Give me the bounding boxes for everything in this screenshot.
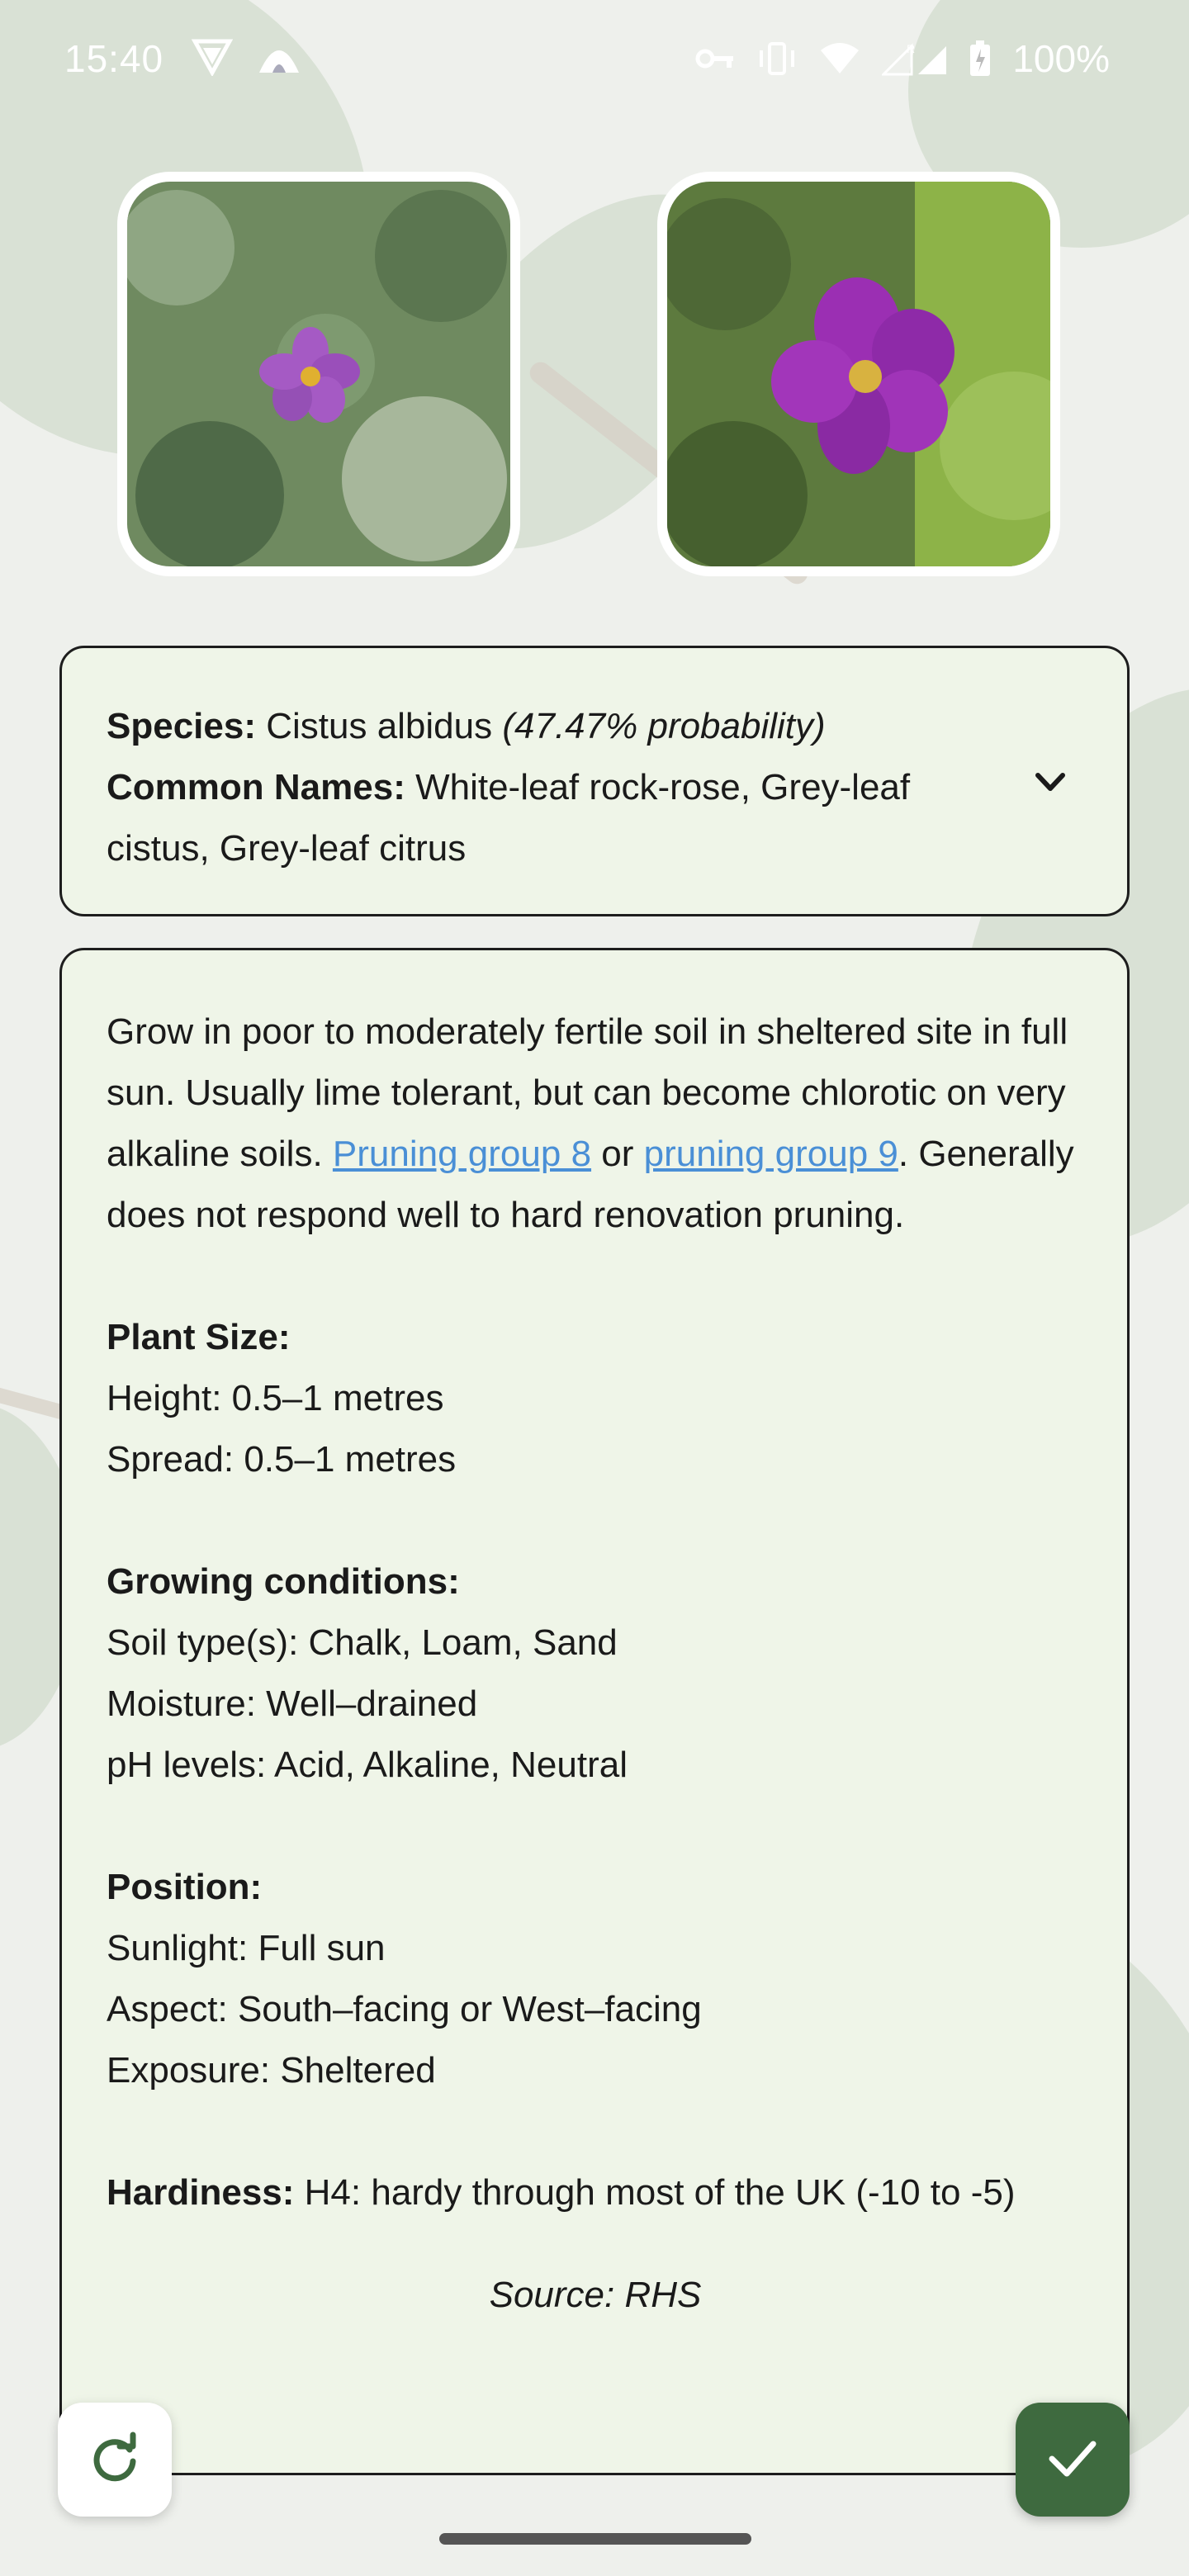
status-bar: 15:40 R 100% xyxy=(0,0,1189,116)
refresh-icon xyxy=(88,2432,141,2488)
exposure-text: Exposure: Sheltered xyxy=(107,2050,436,2091)
source-text: Source: RHS xyxy=(489,2275,702,2315)
position-heading: Position: xyxy=(107,1857,1084,1918)
ph-text: pH levels: Acid, Alkaline, Neutral xyxy=(107,1745,628,1785)
spread-text: Spread: 0.5–1 metres xyxy=(107,1439,457,1480)
battery-percent: 100% xyxy=(1012,37,1110,80)
hardiness-label: Hardiness: xyxy=(107,2172,295,2213)
common-names-label: Common Names: xyxy=(107,767,405,807)
common-names-line: Common Names: White-leaf rock-rose, Grey… xyxy=(107,757,1084,879)
growing-label: Growing conditions: xyxy=(107,1561,460,1602)
height-text: Height: 0.5–1 metres xyxy=(107,1378,444,1418)
care-info-card: Grow in poor to moderately fertile soil … xyxy=(59,948,1130,2475)
plant-size-label: Plant Size: xyxy=(107,1317,291,1357)
species-label: Species: xyxy=(107,706,256,746)
care-intro: Grow in poor to moderately fertile soil … xyxy=(107,1002,1084,1246)
species-card[interactable]: Species: Cistus albidus (47.47% probabil… xyxy=(59,646,1130,916)
hardiness-value: H4: hardy through most of the UK (-10 to… xyxy=(294,2172,1016,2213)
wifi-icon xyxy=(819,42,860,75)
pruning-group-8-link[interactable]: Pruning group 8 xyxy=(333,1134,591,1174)
plant-photo-1[interactable] xyxy=(117,172,520,576)
svg-text:R: R xyxy=(907,42,915,55)
growing-conditions-heading: Growing conditions: xyxy=(107,1551,1084,1612)
species-line: Species: Cistus albidus (47.47% probabil… xyxy=(107,696,1084,757)
soil-text: Soil type(s): Chalk, Loam, Sand xyxy=(107,1622,618,1663)
species-name: Cistus albidus xyxy=(266,706,493,746)
pruning-group-9-link[interactable]: pruning group 9 xyxy=(644,1134,898,1174)
home-indicator[interactable] xyxy=(439,2533,751,2545)
battery-icon xyxy=(969,40,991,77)
sunlight-text: Sunlight: Full sun xyxy=(107,1928,386,1968)
vpn-shield-icon xyxy=(192,38,233,76)
cell-signal-icon: R xyxy=(882,41,948,76)
aspect-text: Aspect: South–facing or West–facing xyxy=(107,1989,702,2029)
status-time: 15:40 xyxy=(64,37,164,80)
moisture-text: Moisture: Well–drained xyxy=(107,1683,478,1724)
refresh-button[interactable] xyxy=(58,2403,172,2517)
plant-photo-2[interactable] xyxy=(657,172,1060,576)
vibrate-icon xyxy=(756,42,798,75)
chevron-down-icon[interactable] xyxy=(1031,764,1069,802)
check-icon xyxy=(1044,2429,1101,2491)
confirm-button[interactable] xyxy=(1016,2403,1130,2517)
app-notification-icon xyxy=(256,38,302,76)
species-probability: (47.47% probability) xyxy=(502,706,826,746)
or-text: or xyxy=(591,1134,644,1174)
plant-size-heading: Plant Size: xyxy=(107,1307,1084,1368)
hardiness-line: Hardiness: H4: hardy through most of the… xyxy=(107,2162,1084,2223)
position-label: Position: xyxy=(107,1867,263,1907)
vpn-key-icon xyxy=(695,46,735,71)
